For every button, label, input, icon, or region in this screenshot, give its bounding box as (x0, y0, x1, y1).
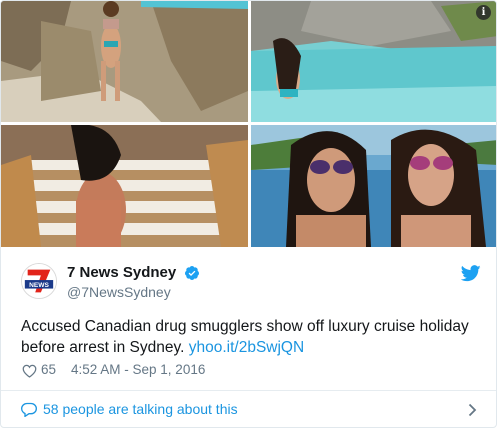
speech-bubble-icon (21, 402, 37, 417)
like-count[interactable]: 65 (41, 362, 56, 377)
author-handle[interactable]: @7NewsSydney (67, 284, 171, 300)
photo-two-women-sunglasses-selfie[interactable] (251, 125, 496, 247)
media-grid: i (1, 1, 496, 247)
tweet-text: Accused Canadian drug smugglers show off… (21, 316, 481, 358)
author-name[interactable]: 7 News Sydney (67, 264, 176, 281)
divider (1, 390, 496, 391)
twitter-bird-icon[interactable] (461, 265, 481, 282)
tweet-link[interactable]: yhoo.it/2bSwjQN (189, 339, 304, 356)
info-icon[interactable]: i (476, 5, 491, 20)
heart-icon[interactable] (22, 364, 37, 378)
chevron-right-icon[interactable] (468, 403, 477, 417)
photo-bikini-on-rocks[interactable] (1, 1, 248, 122)
tweet-timestamp[interactable]: 4:52 AM - Sep 1, 2016 (71, 362, 205, 377)
conversation-label[interactable]: 58 people are talking about this (43, 401, 238, 417)
photo-woman-in-turquoise-water[interactable]: i (251, 1, 496, 122)
verified-badge-icon (184, 266, 199, 280)
avatar-label: NEWS (29, 282, 49, 289)
tweet-embed-card[interactable]: i NEWS 7 News Sydney @7NewsSydney Accuse… (0, 0, 497, 428)
photo-woman-on-ship-stairs[interactable] (1, 125, 248, 247)
conversation-link[interactable]: 58 people are talking about this (21, 400, 481, 420)
tweet-author-row: NEWS 7 News Sydney @7NewsSydney (21, 263, 481, 301)
avatar[interactable]: NEWS (21, 263, 57, 299)
